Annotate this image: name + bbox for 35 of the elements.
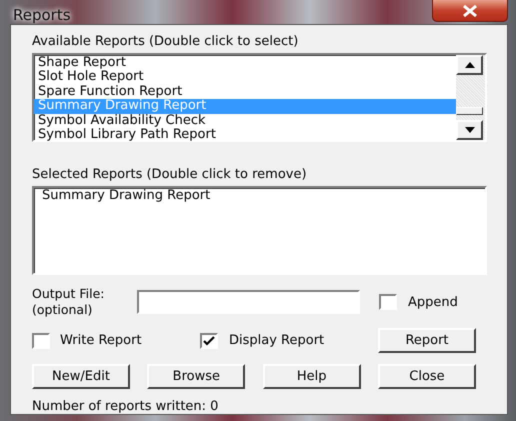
down-arrow-icon <box>464 127 474 133</box>
checkbox[interactable] <box>200 332 218 348</box>
list-item[interactable]: Symbol Library Path Report <box>34 128 456 142</box>
list-item[interactable]: Summary Drawing Report <box>38 189 481 204</box>
append-label: Append <box>408 294 458 310</box>
display-report-label: Display Report <box>229 333 326 348</box>
list-item[interactable]: Symbol Availability Check <box>34 114 456 128</box>
window-title: Reports <box>12 5 71 24</box>
selected-reports-list[interactable]: Summary Drawing Report <box>32 186 487 275</box>
dialog-button[interactable]: Browse <box>147 364 246 389</box>
scrollbar[interactable] <box>456 55 485 140</box>
scroll-up-button[interactable] <box>456 55 483 75</box>
up-arrow-icon <box>464 62 474 68</box>
output-file-field[interactable] <box>137 290 360 314</box>
checkbox[interactable] <box>379 294 397 310</box>
optional-label: (optional) <box>32 302 94 318</box>
list-item[interactable]: Spare Function Report <box>34 84 456 100</box>
available-reports-label: Available Reports (Double click to select) <box>32 34 300 50</box>
dialog-button[interactable]: Close <box>378 364 476 389</box>
status-text: Number of reports written: 0 <box>32 399 220 414</box>
report-button[interactable]: Report <box>378 328 476 353</box>
scroll-down-button[interactable] <box>456 120 483 140</box>
dialog-button[interactable]: New/Edit <box>32 364 130 389</box>
selected-reports-label: Selected Reports (Double click to remove) <box>32 167 308 183</box>
close-button[interactable] <box>432 0 508 22</box>
close-icon <box>462 4 478 16</box>
dialog-button[interactable]: Help <box>262 364 361 389</box>
checkmark-icon <box>203 336 215 346</box>
checkbox[interactable] <box>32 332 50 348</box>
scroll-thumb[interactable] <box>456 106 483 114</box>
write-report-label: Write Report <box>60 333 143 348</box>
output-file-label: Output File: <box>32 286 106 302</box>
list-item[interactable]: Slot Hole Report <box>34 70 456 85</box>
available-reports-list[interactable]: Shape Report Slot Hole Report Spare Function Report Summary Drawing Report Symbol Availability Check Symbol Library Path Report <box>32 53 487 142</box>
list-item[interactable]: Shape Report <box>34 56 456 70</box>
